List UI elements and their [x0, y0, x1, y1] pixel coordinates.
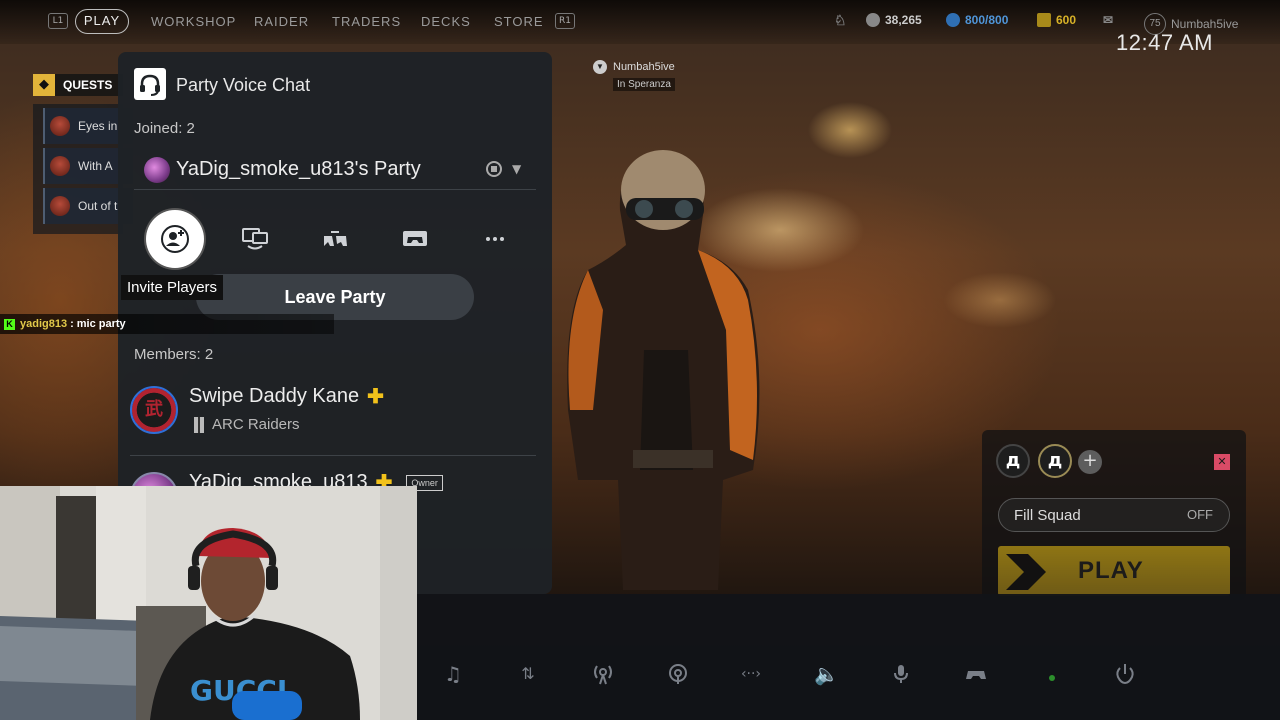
l1-key-hint: L1	[48, 13, 68, 29]
token-icon	[946, 13, 960, 27]
nav-traders[interactable]: TRADERS	[332, 14, 401, 29]
coins-stat: 38,265	[866, 13, 922, 27]
add-squad-member-button[interactable]: +	[1078, 450, 1102, 474]
r1-key-hint: R1	[555, 13, 575, 29]
quest-giver-avatar	[50, 196, 70, 216]
kick-icon: K	[4, 318, 15, 330]
controller-icon[interactable]	[964, 662, 988, 686]
add-person-icon	[161, 225, 189, 253]
joined-count: Joined: 2	[134, 120, 195, 137]
squad-leader-slot[interactable]: д	[1038, 444, 1072, 478]
more-options-button[interactable]	[468, 212, 522, 266]
invite-players-button[interactable]	[148, 212, 202, 266]
chat-message: mic party	[76, 318, 126, 330]
mail-icon[interactable]: ✉	[1103, 13, 1113, 27]
webcam-feed-image: GUCCI	[0, 486, 417, 720]
controller-screen-icon	[403, 231, 427, 246]
play-arrow-icon	[1006, 554, 1046, 590]
ps5-console-icon	[194, 416, 204, 433]
credits-stat: 600	[1037, 13, 1076, 27]
play-button[interactable]: PLAY	[998, 546, 1230, 596]
invite-players-tooltip: Invite Players	[121, 275, 224, 300]
power-icon[interactable]	[1113, 662, 1137, 686]
top-nav: L1 PLAY WORKSHOP RAIDER TRADERS DECKS ST…	[0, 0, 1280, 44]
ps-plus-icon: ✚	[367, 386, 384, 408]
share-play-icon	[324, 231, 347, 246]
coin-icon	[866, 13, 880, 27]
fill-squad-toggle[interactable]: Fill Squad OFF	[998, 498, 1230, 532]
headset-icon	[134, 68, 166, 100]
nav-play[interactable]: PLAY	[75, 9, 129, 34]
game-help-button[interactable]	[388, 212, 442, 266]
party-name: YaDig_smoke_u813's Party	[176, 158, 421, 180]
network-status-icon	[1040, 662, 1064, 686]
party-selector[interactable]: YaDig_smoke_u813's Party ▼	[134, 154, 536, 190]
quest-giver-avatar	[50, 156, 70, 176]
fill-squad-label: Fill Squad	[1014, 507, 1081, 524]
player-name: Numbah5ive	[613, 61, 675, 73]
member-name: Swipe Daddy Kane	[189, 385, 360, 407]
raider-tokens-stat: 800/800	[946, 13, 1008, 27]
chat-username: yadig813	[20, 318, 68, 330]
members-count: Members: 2	[134, 346, 214, 363]
share-screen-button[interactable]	[228, 212, 282, 266]
coins-value: 38,265	[885, 13, 922, 27]
fill-squad-value: OFF	[1187, 507, 1213, 522]
quest-item-label: Out of t	[78, 199, 118, 213]
mic-icon[interactable]	[889, 662, 913, 686]
quest-diamond-icon: ◆	[33, 74, 55, 96]
system-clock: 12:47 AM	[1116, 30, 1213, 55]
game-base-icon[interactable]: ‹··›	[739, 662, 763, 686]
nav-decks[interactable]: DECKS	[421, 14, 471, 29]
member-row[interactable]: 武 Swipe Daddy Kane ✚ ARC Raiders	[130, 380, 536, 456]
share-play-button[interactable]	[308, 212, 362, 266]
member-avatar: 武	[130, 386, 178, 434]
squad-member-slot[interactable]: д	[996, 444, 1030, 478]
more-icon	[486, 237, 504, 241]
trophy-icon: ♘	[834, 12, 847, 28]
quest-item-label: Eyes in	[78, 119, 118, 133]
nav-workshop[interactable]: WORKSHOP	[151, 14, 236, 29]
quest-item-label: With A	[78, 159, 113, 173]
share-screen-icon	[242, 228, 268, 250]
webcam-overlay: GUCCI	[0, 486, 417, 720]
squad-panel: д д + ✕ Fill Squad OFF PLAY	[982, 430, 1246, 600]
remote-play-icon[interactable]	[591, 662, 615, 686]
character-figure	[567, 150, 760, 590]
profile-username: Numbah5ive	[1171, 17, 1239, 31]
nav-store[interactable]: STORE	[494, 14, 544, 29]
panel-title: Party Voice Chat	[176, 75, 311, 95]
quest-list: Eyes in With A Out of t	[33, 104, 133, 234]
party-avatar	[144, 157, 170, 183]
quests-title: QUESTS	[63, 78, 113, 92]
sound-icon[interactable]: 🔈	[814, 662, 839, 686]
quest-giver-avatar	[50, 116, 70, 136]
party-status-icon	[486, 161, 502, 177]
mic-muted-icon[interactable]: ✕	[1214, 454, 1230, 470]
nav-raider[interactable]: RAIDER	[254, 14, 309, 29]
credits-value: 600	[1056, 13, 1077, 27]
player-location: In Speranza	[613, 78, 675, 91]
tokens-value: 800/800	[965, 13, 1009, 27]
game-scene: L1 PLAY WORKSHOP RAIDER TRADERS DECKS ST…	[0, 0, 1280, 720]
member-game: ARC Raiders	[212, 416, 300, 433]
rank-badge-icon: ▼	[593, 60, 607, 74]
quests-header: ◆ QUESTS	[33, 74, 123, 96]
accessibility-icon[interactable]: ⇅	[516, 662, 540, 686]
player-nametag: ▼ Numbah5ive In Speranza	[593, 60, 675, 91]
music-icon[interactable]: ♫	[441, 662, 465, 686]
chat-separator: :	[70, 318, 74, 330]
stream-chat-message: K yadig813 : mic party	[0, 314, 334, 334]
chevron-down-icon[interactable]: ▼	[512, 162, 521, 176]
broadcast-icon[interactable]	[666, 662, 690, 686]
credits-icon	[1037, 13, 1051, 27]
play-button-label: PLAY	[1078, 557, 1144, 584]
